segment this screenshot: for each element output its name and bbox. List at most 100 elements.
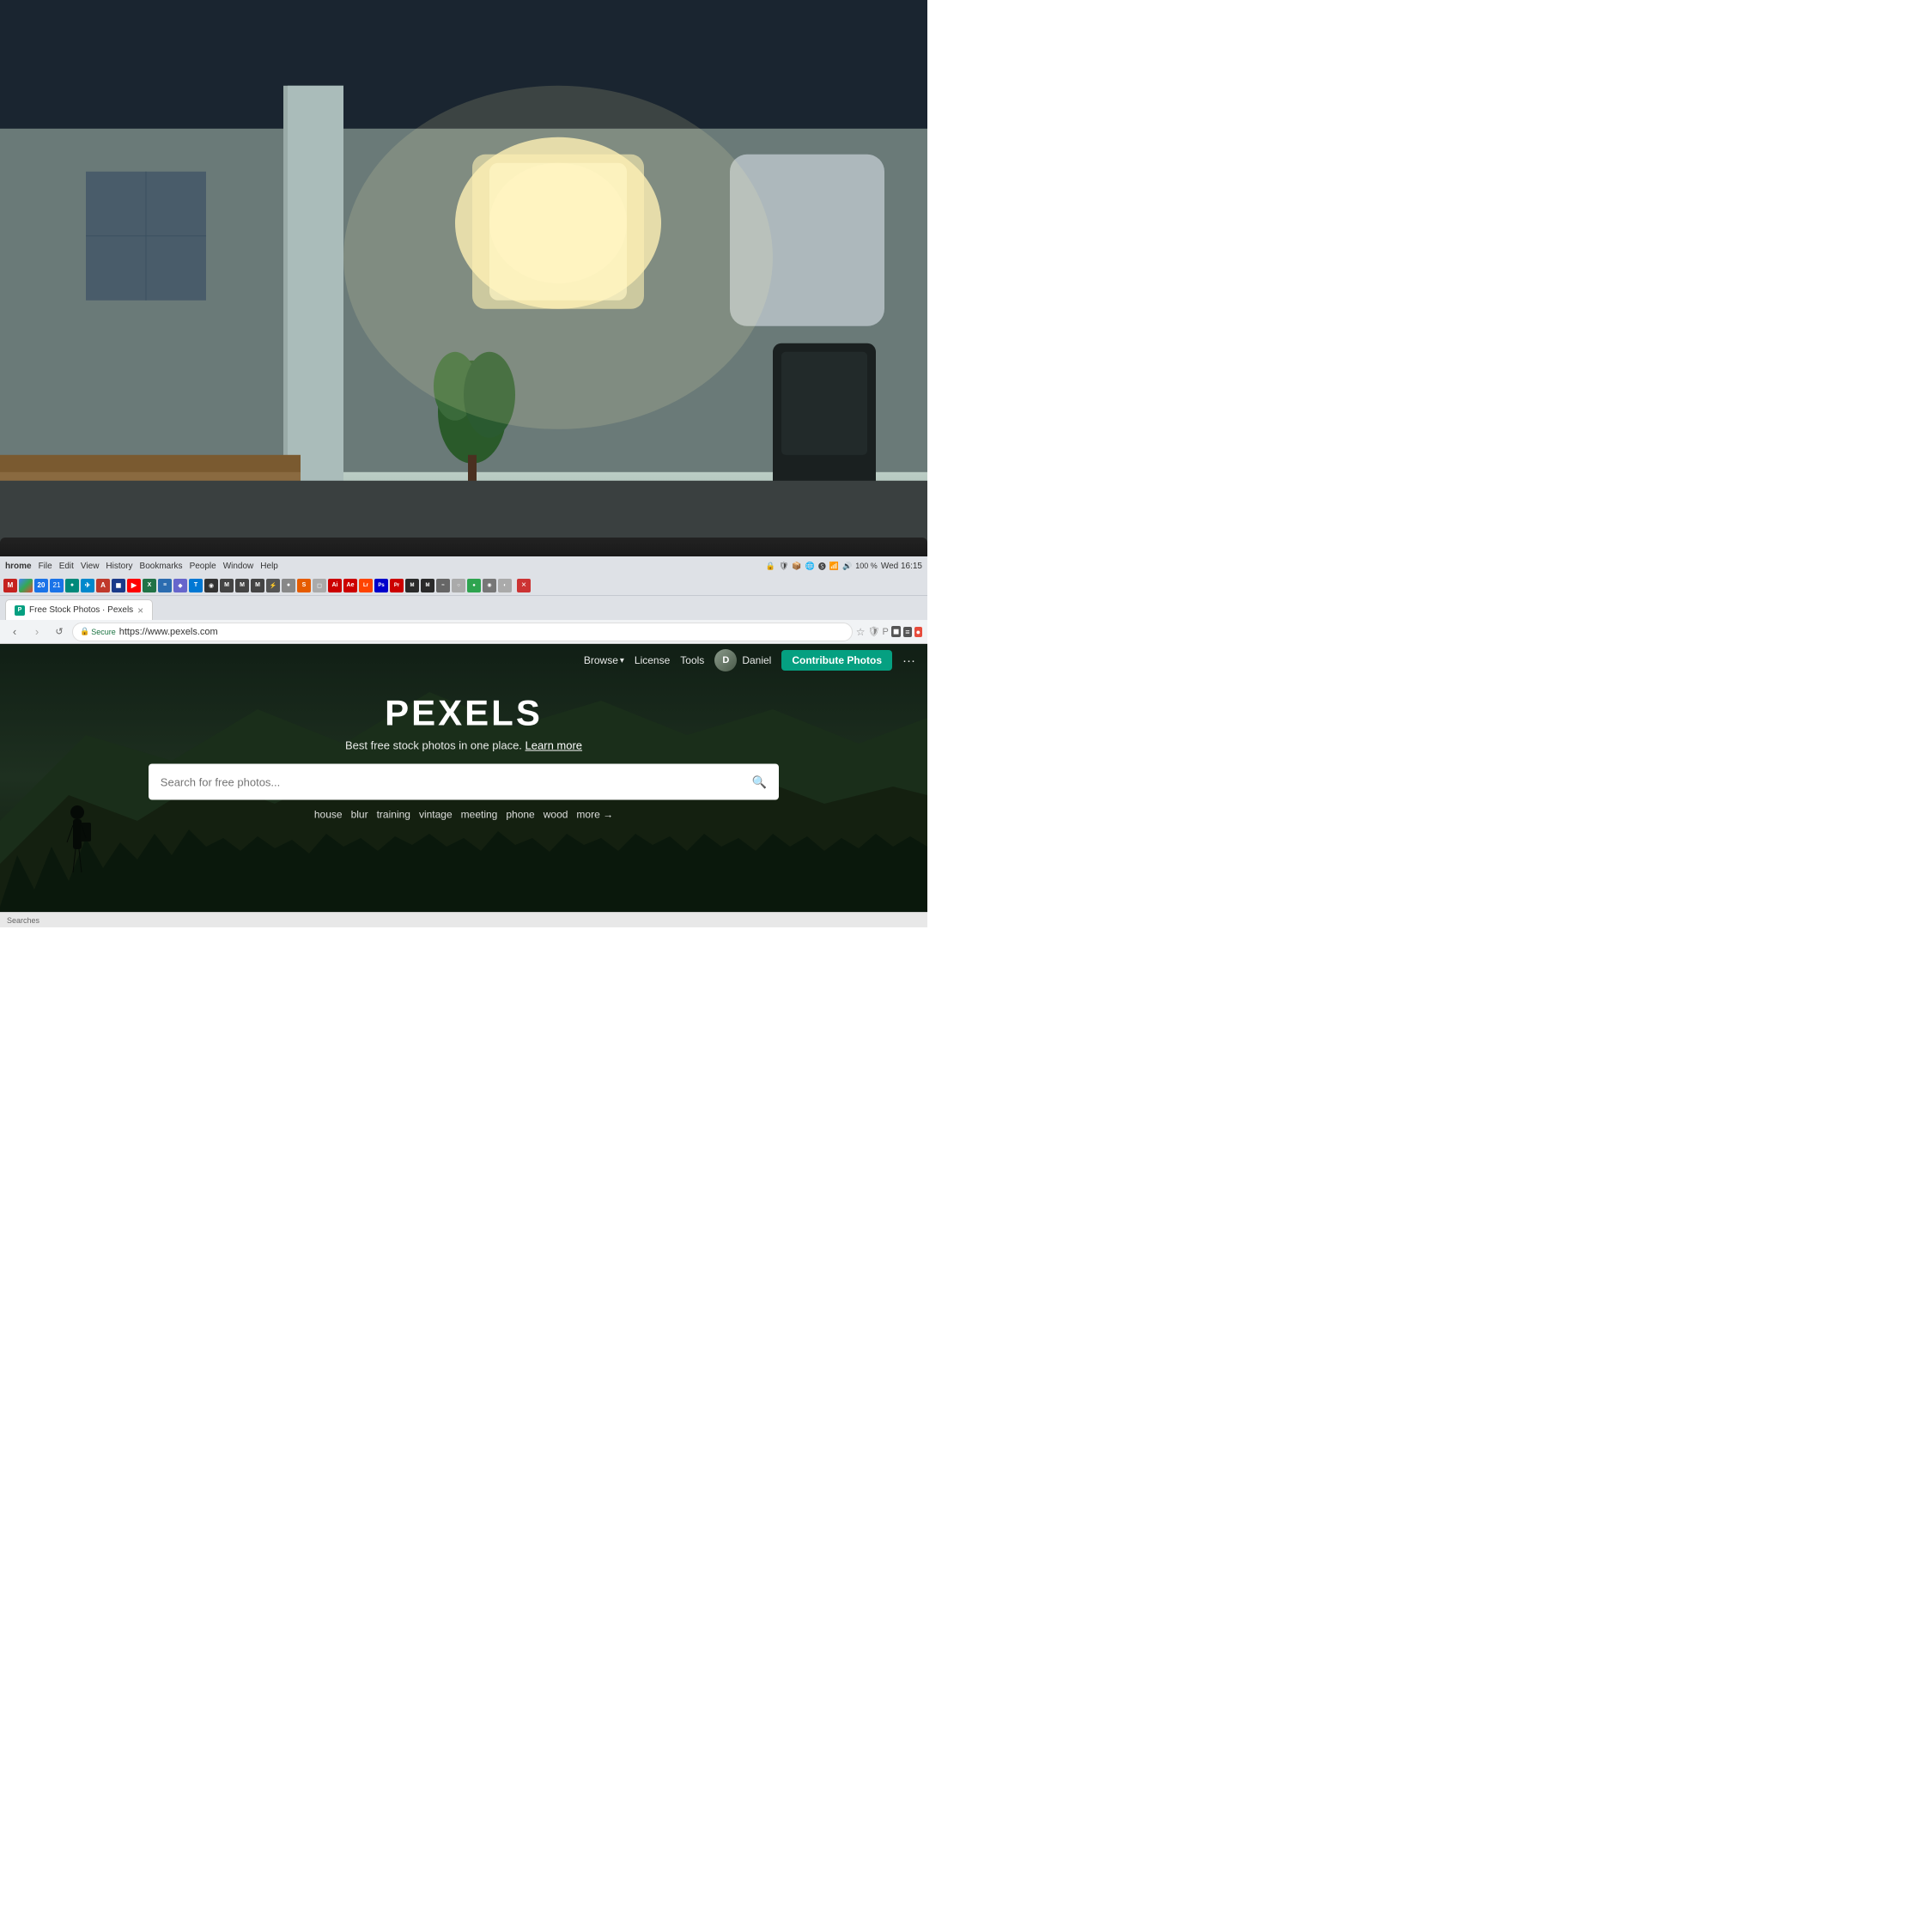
app21-icon[interactable]: Ai: [328, 579, 342, 592]
refresh-button[interactable]: ↺: [50, 623, 69, 641]
browse-label: Browse: [584, 654, 618, 666]
excel-icon[interactable]: X: [143, 579, 156, 592]
app30-icon[interactable]: ●: [467, 579, 481, 592]
pexels-site: Browse ▾ License Tools D Daniel Contribu…: [0, 644, 927, 912]
tasks-icon[interactable]: 21: [50, 579, 64, 592]
shield-icon[interactable]: 🛡: [868, 626, 880, 637]
secure-label: Secure: [91, 628, 116, 636]
app31-icon[interactable]: ◉: [483, 579, 496, 592]
menu-history[interactable]: History: [106, 562, 132, 571]
tag-wood[interactable]: wood: [544, 809, 568, 821]
office-scene: [0, 0, 927, 575]
tools-nav-link[interactable]: Tools: [680, 654, 704, 666]
more-options-button[interactable]: ···: [902, 653, 915, 668]
tag-training[interactable]: training: [377, 809, 410, 821]
menu-help[interactable]: Help: [260, 562, 278, 571]
calendar-icon[interactable]: 20: [34, 579, 48, 592]
app13-icon[interactable]: ◉: [204, 579, 218, 592]
url-display: https://www.pexels.com: [119, 627, 218, 637]
app5-icon[interactable]: ●: [65, 579, 79, 592]
app7-icon[interactable]: ◼: [112, 579, 125, 592]
app28-icon[interactable]: ≈: [436, 579, 450, 592]
app23-icon[interactable]: Lr: [359, 579, 373, 592]
app22-icon[interactable]: Ae: [343, 579, 357, 592]
user-initials: D: [722, 655, 729, 665]
tag-vintage[interactable]: vintage: [419, 809, 453, 821]
app17-icon[interactable]: ⚡: [266, 579, 280, 592]
forward-button[interactable]: ›: [27, 623, 46, 641]
tab-bar: P Free Stock Photos · Pexels ×: [0, 596, 927, 620]
tag-more[interactable]: more →: [576, 809, 613, 821]
search-bar[interactable]: 🔍: [149, 764, 779, 800]
trello-icon[interactable]: ≡: [158, 579, 172, 592]
searches-label: Searches: [7, 916, 39, 925]
tag-house[interactable]: house: [314, 809, 343, 821]
menu-people[interactable]: People: [190, 562, 216, 571]
app24-icon[interactable]: Ps: [374, 579, 388, 592]
pexels-nav: Browse ▾ License Tools D Daniel Contribu…: [0, 644, 927, 677]
app32-icon[interactable]: ◐: [498, 579, 512, 592]
pinterest-icon[interactable]: P: [882, 627, 888, 637]
app16-icon[interactable]: M: [251, 579, 264, 592]
drive-icon[interactable]: [19, 579, 33, 592]
address-field[interactable]: 🔒 Secure https://www.pexels.com: [72, 623, 853, 641]
tab-close-button[interactable]: ×: [137, 605, 143, 617]
telegram-icon[interactable]: ✈: [81, 579, 94, 592]
menu-window[interactable]: Window: [223, 562, 254, 571]
search-input[interactable]: [161, 775, 752, 788]
app11-icon[interactable]: ◆: [173, 579, 187, 592]
menu-chrome[interactable]: hrome: [5, 562, 32, 571]
gmail-icon[interactable]: M: [3, 579, 17, 592]
browse-chevron-icon: ▾: [620, 656, 624, 665]
app25-icon[interactable]: Pr: [390, 579, 404, 592]
browser-menu-bar: hrome File Edit View History Bookmarks P…: [0, 556, 927, 575]
battery-display: 100 %: [855, 562, 878, 570]
app26-icon[interactable]: M: [405, 579, 419, 592]
pexels-brand-title: PEXELS: [70, 693, 858, 734]
app-toolbar: M 20 21 ● ✈ A ◼ ▶ X ≡ ◆ T ◉ M M M ⚡ ● S …: [0, 575, 927, 596]
app27-icon[interactable]: M: [421, 579, 434, 592]
app18-icon[interactable]: ●: [282, 579, 295, 592]
browser-tab[interactable]: P Free Stock Photos · Pexels ×: [5, 599, 153, 620]
user-avatar: D: [714, 649, 737, 671]
learn-more-link[interactable]: Learn more: [526, 739, 582, 752]
license-nav-link[interactable]: License: [635, 654, 670, 666]
tab-title: Free Stock Photos · Pexels: [29, 605, 133, 615]
pdf-icon[interactable]: A: [96, 579, 110, 592]
ext-icon2[interactable]: ≡: [903, 627, 911, 637]
hero-content: PEXELS Best free stock photos in one pla…: [70, 693, 858, 821]
taskbar: Searches: [0, 912, 927, 927]
address-bar-row: ‹ › ↺ 🔒 Secure https://www.pexels.com ☆ …: [0, 620, 927, 644]
browse-nav-link[interactable]: Browse ▾: [584, 654, 624, 666]
contribute-photos-button[interactable]: Contribute Photos: [781, 650, 892, 671]
ext-icon3[interactable]: ●: [914, 627, 922, 637]
app15-icon[interactable]: M: [235, 579, 249, 592]
menu-file[interactable]: File: [39, 562, 52, 571]
app29-icon[interactable]: ○: [452, 579, 465, 592]
teams-icon[interactable]: T: [189, 579, 203, 592]
clock-display: Wed 16:15: [881, 562, 922, 571]
quick-tags-container: house blur training vintage meeting phon…: [70, 809, 858, 821]
tag-phone[interactable]: phone: [506, 809, 534, 821]
ext-icon1[interactable]: ◼: [891, 626, 901, 637]
medium-icon[interactable]: M: [220, 579, 234, 592]
system-tray: 🔒🛡📦🌐🅢 📶🔊 100 % Wed 16:15: [766, 561, 922, 572]
close-button[interactable]: ×: [517, 579, 531, 592]
hero-subtitle-text: Best free stock photos in one place. Lea…: [70, 739, 858, 752]
menu-view[interactable]: View: [81, 562, 100, 571]
browser-window: hrome File Edit View History Bookmarks P…: [0, 556, 927, 927]
app19-icon[interactable]: S: [297, 579, 311, 592]
youtube-icon[interactable]: ▶: [127, 579, 141, 592]
user-profile-area[interactable]: D Daniel: [714, 649, 771, 671]
menu-edit[interactable]: Edit: [59, 562, 74, 571]
app20-icon[interactable]: ◻: [313, 579, 326, 592]
address-bar-icons: ☆ 🛡 P ◼ ≡ ●: [856, 626, 922, 638]
bookmark-icon[interactable]: ☆: [856, 626, 866, 638]
tab-favicon: P: [15, 605, 25, 616]
tag-blur[interactable]: blur: [351, 809, 368, 821]
back-button[interactable]: ‹: [5, 623, 24, 641]
tag-meeting[interactable]: meeting: [461, 809, 498, 821]
menu-bookmarks[interactable]: Bookmarks: [140, 562, 183, 571]
user-name-display: Daniel: [742, 654, 771, 666]
menu-items: hrome File Edit View History Bookmarks P…: [5, 562, 757, 571]
